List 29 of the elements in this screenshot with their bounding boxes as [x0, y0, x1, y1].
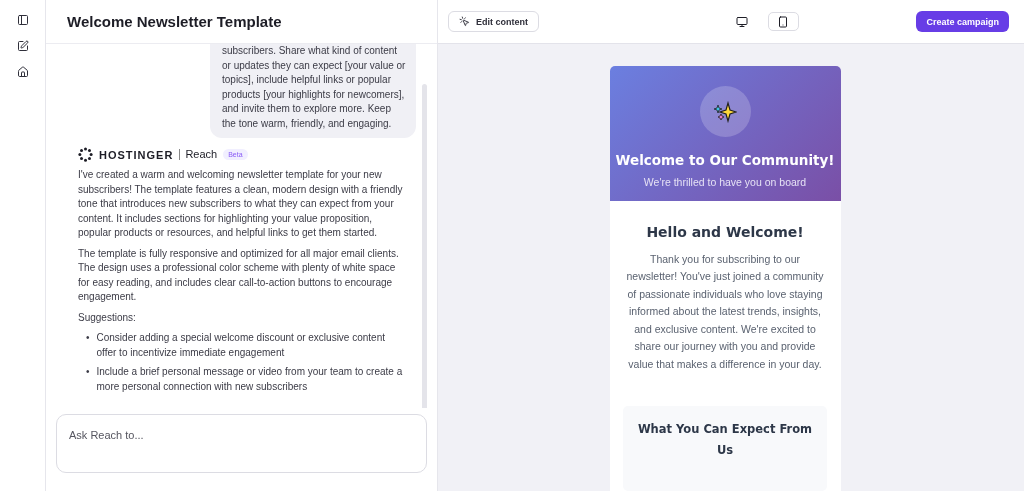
create-campaign-button[interactable]: Create campaign [916, 11, 1009, 32]
phone-icon [777, 15, 790, 28]
brand-name: HOSTINGER [99, 148, 174, 161]
edit-content-button[interactable]: Edit content [448, 11, 539, 32]
chat-title: Welcome Newsletter Template [67, 13, 282, 30]
email-title: Welcome to Our Community! [615, 152, 835, 168]
scrollbar[interactable] [422, 84, 427, 408]
section-title: What You Can Expect From Us [636, 421, 814, 459]
email-heading: Hello and Welcome! [646, 223, 804, 240]
prompt-input[interactable]: Ask Reach to... [56, 414, 427, 473]
new-chat-icon[interactable] [16, 40, 29, 52]
email-body-text: Thank you for subscribing to our newsletter! You've just joined a community of passionate individuals who love staying informed about the latest trends, insights, and exclusive content. We're excited to share our journey with you and provide value that makes a difference in your day. [625, 251, 825, 372]
sparkles-icon [713, 99, 737, 124]
message-paragraph: The template is fully responsive and optimized for all major email clients. The design uses a professional color scheme with plenty of white space for easy reading, and includes clear call-to-action buttons to encourage engagement. [78, 246, 400, 304]
suggestion-item: Consider adding a special welcome discount or exclusive content offer to incentivize immediate engagement [96, 331, 386, 360]
bullet: • [86, 331, 90, 345]
home-icon[interactable] [16, 66, 29, 78]
product-name: Reach [179, 149, 218, 160]
email-subtitle: We're thrilled to have you on board [643, 176, 807, 188]
suggestion-item: Include a brief personal message or video from your team to create a more personal connection with new subscribers [96, 365, 404, 394]
cursor-click-icon [459, 16, 470, 27]
message-paragraph: I've created a warm and welcoming newsletter template for your new subscribers! The template features a clean, modern design with a friendly tone that introduces new subscribers to what they can expect from your content. It includes sections for highlighting your value proposition, popular products or resources, and helpful links to get them started. [78, 168, 404, 240]
user-message: subscribers. Share what kind of content or updates they can expect [your value or topics], include helpful links or popular products [your highlights for newcomers], and invite them to explore more. Keep the tone warm, friendly, and engaging. [210, 44, 416, 138]
sidebar-toggle-icon[interactable] [16, 14, 29, 26]
device-toggle[interactable] [767, 12, 799, 31]
logo-icon [78, 147, 93, 162]
message-paragraph: Suggestions: [78, 310, 137, 325]
monitor-icon [736, 15, 749, 28]
bullet: • [86, 365, 90, 379]
